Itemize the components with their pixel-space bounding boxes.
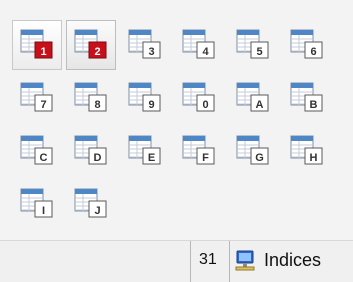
- button-badge-label: 7: [40, 99, 46, 111]
- index-button-2[interactable]: 2: [73, 27, 109, 60]
- status-label: Indices: [264, 250, 322, 270]
- button-badge-label: 9: [148, 99, 154, 111]
- button-badge-label: 0: [202, 99, 208, 111]
- table-icon: J: [74, 188, 107, 218]
- index-button-f[interactable]: F: [181, 133, 217, 166]
- table-icon: G: [236, 135, 269, 165]
- table-icon: 1: [20, 29, 53, 59]
- table-icon: 3: [128, 29, 161, 59]
- index-button-7[interactable]: 7: [19, 80, 55, 113]
- index-button-c[interactable]: C: [19, 133, 55, 166]
- index-button-a[interactable]: A: [235, 80, 271, 113]
- index-button-3[interactable]: 3: [127, 27, 163, 60]
- table-icon: 2: [74, 29, 107, 59]
- index-button-g[interactable]: G: [235, 133, 271, 166]
- table-icon: 8: [74, 82, 107, 112]
- button-badge-label: 6: [310, 46, 316, 58]
- status-count: 31: [199, 251, 217, 268]
- index-toolbar-panel: 1 2 3 4 5 6 7 8 9 0 A B C D E F G H I J: [0, 0, 353, 240]
- button-badge-label: D: [94, 152, 102, 164]
- table-icon: 6: [290, 29, 323, 59]
- index-button-5[interactable]: 5: [235, 27, 271, 60]
- index-button-i[interactable]: I: [19, 186, 55, 219]
- button-badge-label: 2: [94, 46, 100, 58]
- status-separator: [229, 241, 230, 282]
- table-icon: C: [20, 135, 53, 165]
- button-badge-label: 5: [256, 46, 262, 58]
- status-separator: [190, 241, 191, 282]
- table-icon: F: [182, 135, 215, 165]
- button-badge-label: 8: [94, 99, 100, 111]
- table-icon: D: [74, 135, 107, 165]
- button-badge-label: E: [148, 152, 155, 164]
- button-badge-label: F: [202, 152, 209, 164]
- table-icon: H: [290, 135, 323, 165]
- button-badge-label: J: [94, 205, 100, 217]
- button-badge-label: H: [310, 152, 318, 164]
- index-button-d[interactable]: D: [73, 133, 109, 166]
- button-badge-label: I: [42, 205, 45, 217]
- table-icon: 9: [128, 82, 161, 112]
- table-icon: 0: [182, 82, 215, 112]
- button-badge-label: A: [256, 99, 264, 111]
- table-icon: 4: [182, 29, 215, 59]
- index-button-0[interactable]: 0: [181, 80, 217, 113]
- index-button-4[interactable]: 4: [181, 27, 217, 60]
- status-bar: 31 Indices: [0, 240, 353, 282]
- table-icon: B: [290, 82, 323, 112]
- button-badge-label: G: [255, 152, 264, 164]
- index-button-8[interactable]: 8: [73, 80, 109, 113]
- table-icon: 5: [236, 29, 269, 59]
- network-computer-icon: [232, 249, 258, 273]
- button-badge-label: 1: [40, 46, 46, 58]
- index-button-9[interactable]: 9: [127, 80, 163, 113]
- button-badge-label: C: [40, 152, 48, 164]
- index-button-1[interactable]: 1: [19, 27, 55, 60]
- index-button-6[interactable]: 6: [289, 27, 325, 60]
- index-button-e[interactable]: E: [127, 133, 163, 166]
- table-icon: I: [20, 188, 53, 218]
- index-button-h[interactable]: H: [289, 133, 325, 166]
- button-badge-label: B: [310, 99, 318, 111]
- button-badge-label: 4: [202, 46, 209, 58]
- table-icon: E: [128, 135, 161, 165]
- table-icon: 7: [20, 82, 53, 112]
- table-icon: A: [236, 82, 269, 112]
- index-button-j[interactable]: J: [73, 186, 109, 219]
- button-badge-label: 3: [148, 46, 154, 58]
- index-button-b[interactable]: B: [289, 80, 325, 113]
